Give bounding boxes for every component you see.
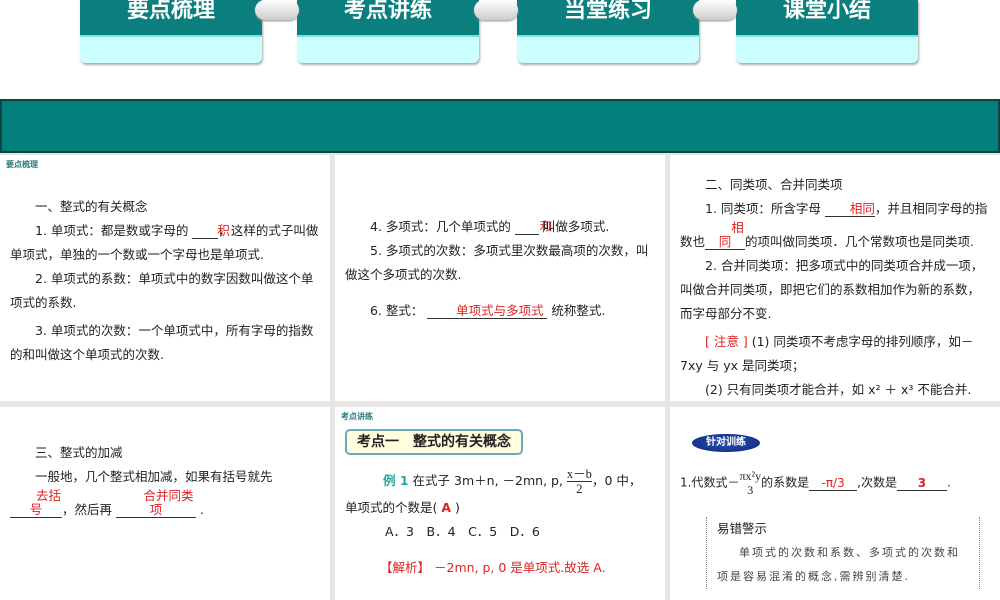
panel-practice: 针对训练 1.代数式－ πx²y 3 的系数是 -π/3 ,次数是 3. 易错警示 单项式的… [670,407,1000,600]
tab-exam-points[interactable]: 考点讲练 [297,0,479,63]
fraction: x－b 2 [566,467,592,496]
section-title: 考点一 整式的有关概念 [345,429,523,455]
panel-add-subtract: 三、整式的加减 一般地，几个整式相加减，如果有括号就先 去括号 ，然后再 合并同类项… [0,407,330,600]
panel-polynomial: 4. 多项式：几个单项式的 和 叫做多项式. 5. 多项式的次数：多项式里次数最… [335,155,665,401]
warning-box: 易错警示 单项式的次数和系数、多项式的次数和项是容易混淆的概念,需辨别清楚. [706,517,980,589]
title-bar [0,99,1000,153]
panel-example: 考点讲练 考点一 整式的有关概念 例 1 在式子 3m＋n, －2mn, p, … [335,407,665,600]
panel-concepts: 要点梳理 一、整式的有关概念 1. 单项式：都是数或字母的 积，这样的式子叫做单… [0,155,330,401]
slide-grid: 要点梳理 一、整式的有关概念 1. 单项式：都是数或字母的 积，这样的式子叫做单… [0,153,1000,600]
tab-key-points[interactable]: 要点梳理 [80,0,262,63]
practice-badge: 针对训练 [692,434,760,452]
tab-summary[interactable]: 课堂小结 [736,0,918,63]
panel-like-terms: 二、同类项、合并同类项 1. 同类项：所含字母 相同，并且相同字母的指数也相同的… [670,155,1000,401]
ring-icon [474,0,518,20]
tab-class-practice[interactable]: 当堂练习 [517,0,699,63]
fraction: πx²y 3 [739,469,762,497]
ring-icon [255,0,299,20]
ring-icon [693,0,737,20]
